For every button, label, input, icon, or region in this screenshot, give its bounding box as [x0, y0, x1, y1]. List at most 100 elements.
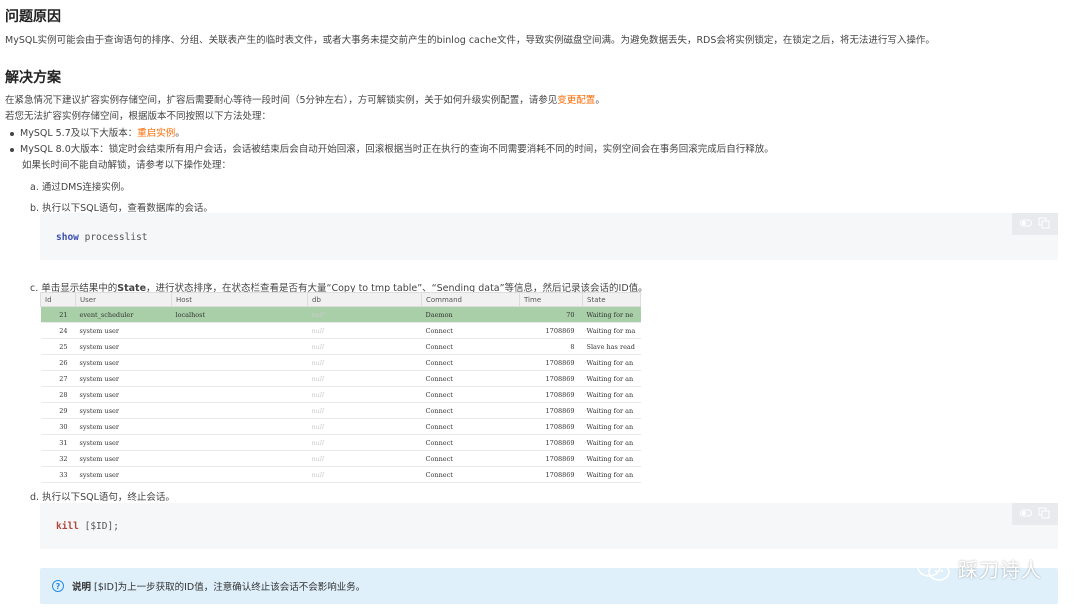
- cell-time: 8: [519, 338, 583, 355]
- cell-host: [171, 354, 308, 371]
- cell-db: null: [307, 322, 422, 339]
- change-config-link[interactable]: 变更配置: [557, 95, 595, 106]
- cell-command: Connect: [421, 370, 520, 387]
- cell-time: 1708869: [519, 466, 583, 483]
- cell-id: 21: [40, 306, 76, 323]
- bullet-mysql57-suffix: 。: [175, 128, 185, 139]
- cell-user: system user: [75, 418, 172, 435]
- step-d: d. 执行以下SQL语句，终止会话。: [30, 492, 175, 503]
- cell-db: null: [307, 370, 422, 387]
- cell-state: Waiting for an: [582, 370, 641, 387]
- cell-db: null: [307, 466, 422, 483]
- cell-id: 32: [40, 450, 76, 467]
- section-title-cause: 问题原因: [5, 9, 61, 25]
- col-header-user[interactable]: User: [75, 292, 172, 307]
- cell-time: 1708869: [519, 370, 583, 387]
- cell-host: [171, 322, 308, 339]
- note-label: 说明: [72, 582, 92, 593]
- cell-command: Daemon: [421, 306, 520, 323]
- cell-time: 1708869: [519, 354, 583, 371]
- code-toolbar: [1012, 213, 1058, 235]
- bullet-dot: [10, 131, 14, 136]
- table-row[interactable]: 30 system user null Connect 1708869 Waiting f…: [40, 418, 641, 435]
- col-header-time[interactable]: Time: [519, 292, 583, 307]
- watermark-text: 踩刀诗人: [958, 558, 1042, 582]
- cell-db: null: [307, 418, 422, 435]
- processlist-table: Id User Host db Command Time State 21 eve…: [40, 292, 641, 483]
- cell-state: Waiting for an: [582, 466, 641, 483]
- col-header-command[interactable]: Command: [421, 292, 520, 307]
- solution-line1-text: 在紧急情况下建议扩容实例存储空间，扩容后需要耐心等待一段时间（5分钟左右），方可…: [5, 95, 558, 106]
- cell-id: 24: [40, 322, 76, 339]
- cell-host: [171, 466, 308, 483]
- cell-command: Connect: [421, 386, 520, 403]
- cell-user: system user: [75, 322, 172, 339]
- cell-command: Connect: [421, 418, 520, 435]
- cell-id: 25: [40, 338, 76, 355]
- cell-time: 1708869: [519, 402, 583, 419]
- toggle-theme-icon[interactable]: [1020, 507, 1032, 522]
- cell-host: [171, 370, 308, 387]
- bullet-dot: [10, 147, 14, 152]
- code-keyword: show: [56, 232, 79, 243]
- col-header-state[interactable]: State: [582, 292, 641, 307]
- table-row[interactable]: 28 system user null Connect 1708869 Waiting f…: [40, 386, 641, 403]
- toggle-theme-icon[interactable]: [1020, 217, 1032, 232]
- section-title-solution: 解决方案: [5, 70, 61, 86]
- table-header-row: Id User Host db Command Time State: [40, 292, 641, 307]
- cell-id: 29: [40, 402, 76, 419]
- table-row[interactable]: 26 system user null Connect 1708869 Waiting f…: [40, 354, 641, 371]
- copy-icon[interactable]: [1038, 217, 1050, 232]
- bullet-mysql57: MySQL 5.7及以下大版本：重启实例。: [10, 125, 185, 139]
- cell-host: [171, 386, 308, 403]
- cell-user: system user: [75, 338, 172, 355]
- table-row[interactable]: 29 system user null Connect 1708869 Waiting f…: [40, 402, 641, 419]
- copy-icon[interactable]: [1038, 507, 1050, 522]
- code-toolbar: [1012, 503, 1058, 525]
- cell-state: Waiting for ma: [582, 322, 641, 339]
- cell-state: Waiting for an: [582, 354, 641, 371]
- cell-command: Connect: [421, 338, 520, 355]
- cell-user: system user: [75, 354, 172, 371]
- cell-db: null: [307, 402, 422, 419]
- code-rest: processlist: [78, 232, 148, 243]
- cell-command: Connect: [421, 466, 520, 483]
- col-header-host[interactable]: Host: [171, 292, 308, 307]
- table-row[interactable]: 32 system user null Connect 1708869 Waiting f…: [40, 450, 641, 467]
- cell-host: [171, 418, 308, 435]
- step-b: b. 执行以下SQL语句，查看数据库的会话。: [30, 203, 213, 214]
- table-row[interactable]: 31 system user null Connect 1708869 Waiting f…: [40, 434, 641, 451]
- cell-id: 31: [40, 434, 76, 451]
- bullet-mysql57-text: MySQL 5.7及以下大版本：: [20, 128, 138, 139]
- solution-line1: 在紧急情况下建议扩容实例存储空间，扩容后需要耐心等待一段时间（5分钟左右），方可…: [5, 92, 605, 106]
- cell-time: 1708869: [519, 418, 583, 435]
- cause-text: MySQL实例可能会由于查询语句的排序、分组、关联表产生的临时表文件，或者大事务…: [5, 35, 935, 46]
- cell-state: Waiting for an: [582, 450, 641, 467]
- cell-time: 70: [519, 306, 583, 323]
- watermark: 踩刀诗人: [916, 554, 1042, 583]
- cell-id: 27: [40, 370, 76, 387]
- cell-command: Connect: [421, 354, 520, 371]
- code-block-show: show processlist: [40, 213, 1058, 260]
- cell-host: [171, 434, 308, 451]
- table-row[interactable]: 33 system user null Connect 1708869 Waiting f…: [40, 466, 641, 483]
- col-header-db[interactable]: db: [307, 292, 422, 307]
- cell-user: system user: [75, 370, 172, 387]
- cell-state: Waiting for an: [582, 386, 641, 403]
- table-row[interactable]: 25 system user null Connect 8 Slave has read: [40, 338, 641, 355]
- cell-user: system user: [75, 386, 172, 403]
- table-row[interactable]: 24 system user null Connect 1708869 Waiting f…: [40, 322, 641, 339]
- cell-db: null: [307, 450, 422, 467]
- note-body: [$ID]为上一步获取的ID值，注意确认终止该会话不会影响业务。: [91, 582, 366, 593]
- cell-state: Waiting for ne: [582, 306, 641, 323]
- table-row[interactable]: 27 system user null Connect 1708869 Waiting f…: [40, 370, 641, 387]
- cell-id: 30: [40, 418, 76, 435]
- cell-user: system user: [75, 466, 172, 483]
- cell-command: Connect: [421, 402, 520, 419]
- restart-instance-link[interactable]: 重启实例: [137, 128, 175, 139]
- col-header-id[interactable]: Id: [40, 292, 76, 307]
- cell-time: 1708869: [519, 450, 583, 467]
- cell-id: 33: [40, 466, 76, 483]
- table-row[interactable]: 21 event_scheduler localhost null Daemon 70 Wa…: [40, 306, 641, 323]
- cell-command: Connect: [421, 322, 520, 339]
